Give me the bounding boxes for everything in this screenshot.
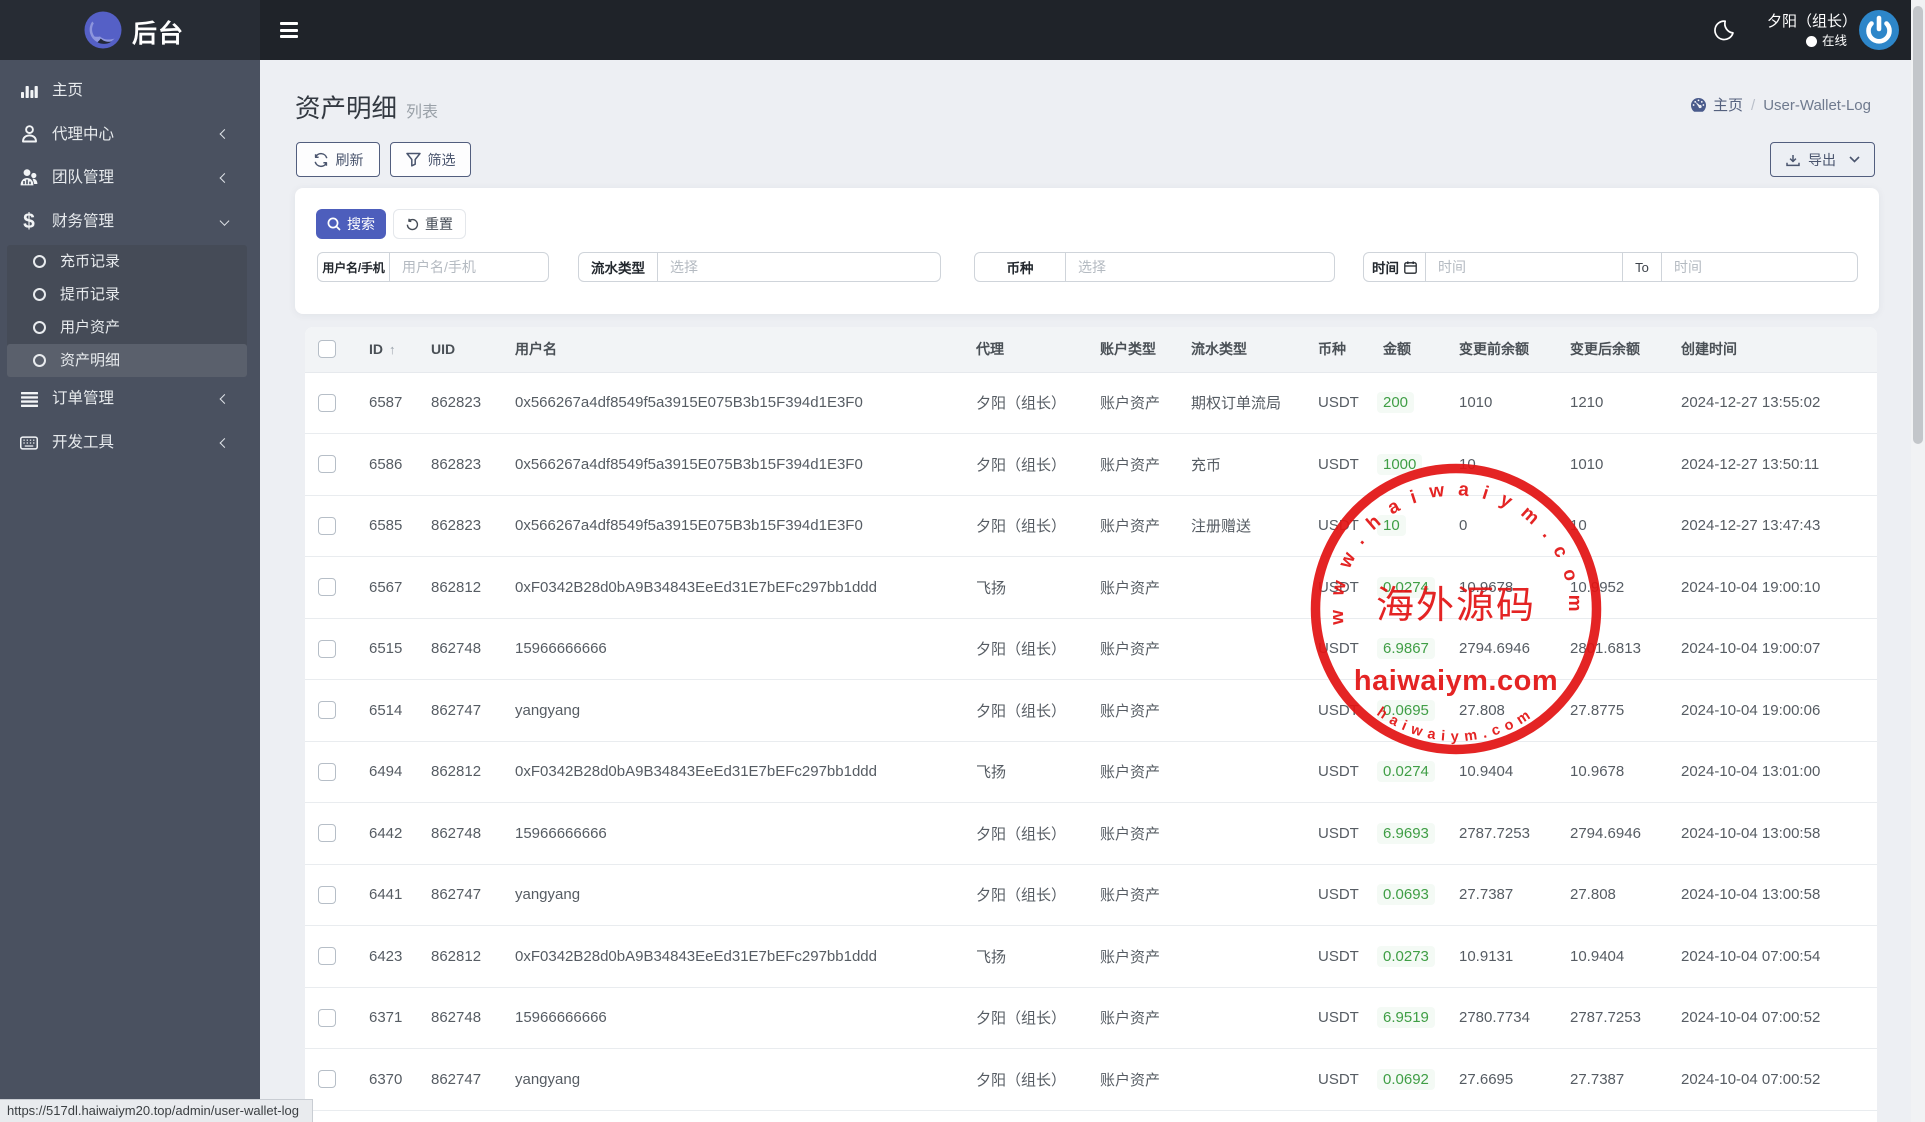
svg-text:haiwaiym.com: haiwaiym.com xyxy=(1354,665,1558,697)
svg-text:海外源码: 海外源码 xyxy=(1376,585,1536,627)
